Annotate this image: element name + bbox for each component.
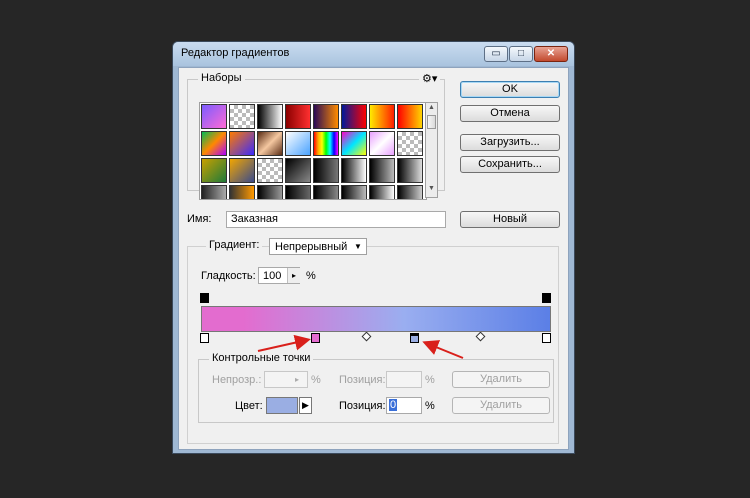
presets-legend: Наборы [198, 72, 245, 84]
load-button[interactable]: Загрузить... [460, 134, 560, 151]
preset-swatch[interactable] [201, 158, 227, 183]
color-position-label: Позиция: [339, 400, 386, 412]
scroll-up-icon[interactable]: ▲ [427, 104, 436, 111]
delete-opacity-button[interactable]: Удалить [452, 371, 550, 388]
preset-swatch[interactable] [229, 185, 255, 199]
color-position-value: 0 [389, 399, 398, 411]
cancel-button[interactable]: Отмена [460, 105, 560, 122]
preset-swatch[interactable] [257, 131, 283, 156]
arrow-to-pink-stop [257, 334, 311, 352]
close-icon: ✕ [546, 48, 556, 59]
preset-swatch[interactable] [229, 104, 255, 129]
maximize-icon: □ [517, 48, 525, 59]
preset-swatch[interactable] [397, 104, 423, 129]
preset-swatch[interactable] [201, 185, 227, 199]
preset-swatch[interactable] [313, 104, 339, 129]
save-button[interactable]: Сохранить... [460, 156, 560, 173]
presets-swatch-grid[interactable] [199, 102, 427, 200]
arrow-to-selected-stop [422, 340, 464, 359]
minimize-icon: ▭ [491, 48, 501, 59]
control-points-legend: Контрольные точки [209, 352, 314, 364]
preset-swatch[interactable] [341, 104, 367, 129]
minimize-button[interactable]: ▭ [484, 46, 508, 62]
preset-swatch[interactable] [285, 158, 311, 183]
opacity-input[interactable]: ▸ [264, 371, 308, 388]
gradient-section: Градиент: Непрерывный ▼ Гладкость: 100 ▸… [187, 238, 559, 444]
color-label: Цвет: [235, 400, 263, 412]
gear-icon[interactable]: ⚙▾ [419, 72, 441, 85]
preset-swatch[interactable] [257, 158, 283, 183]
preset-swatch[interactable] [369, 104, 395, 129]
name-label: Имя: [187, 213, 212, 225]
preset-swatch[interactable] [313, 185, 339, 199]
preset-swatch[interactable] [201, 104, 227, 129]
preset-swatch[interactable] [313, 158, 339, 183]
presets-scrollbar[interactable]: ▲ ▼ [425, 102, 438, 198]
delete-color-button[interactable]: Удалить [452, 397, 550, 414]
dialog-client: Наборы ⚙▾ ▲ ▼ OK Отмена Загрузить... Сох… [178, 67, 569, 450]
gradient-editor-dialog: Редактор градиентов ▭ □ ✕ Наборы ⚙▾ ▲ ▼ … [172, 41, 575, 454]
preset-swatch[interactable] [397, 158, 423, 183]
ok-button[interactable]: OK [460, 81, 560, 98]
preset-swatch[interactable] [341, 131, 367, 156]
opacity-unit: % [311, 374, 321, 386]
new-button[interactable]: Новый [460, 211, 560, 228]
preset-swatch[interactable] [285, 104, 311, 129]
color-position-input[interactable]: 0 [386, 397, 422, 414]
preset-swatch[interactable] [369, 158, 395, 183]
presets-group: Наборы ⚙▾ ▲ ▼ [187, 72, 445, 200]
preset-swatch[interactable] [341, 185, 367, 199]
opacity-position-unit: % [425, 374, 435, 386]
name-input[interactable]: Заказная [226, 211, 446, 228]
opacity-stepper-icon[interactable]: ▸ [295, 372, 299, 387]
scroll-down-icon[interactable]: ▼ [427, 185, 436, 192]
preset-swatch[interactable] [397, 131, 423, 156]
preset-swatch[interactable] [369, 185, 395, 199]
preset-swatch[interactable] [201, 131, 227, 156]
preset-swatch[interactable] [285, 185, 311, 199]
preset-swatch[interactable] [397, 185, 423, 199]
opacity-position-input[interactable] [386, 371, 422, 388]
color-swatch[interactable] [266, 397, 298, 414]
preset-swatch[interactable] [229, 131, 255, 156]
preset-swatch[interactable] [285, 131, 311, 156]
preset-swatch[interactable] [229, 158, 255, 183]
window-title: Редактор градиентов [181, 47, 290, 59]
preset-swatch[interactable] [257, 104, 283, 129]
preset-swatch[interactable] [313, 131, 339, 156]
close-button[interactable]: ✕ [534, 46, 568, 62]
preset-swatch[interactable] [257, 185, 283, 199]
scroll-thumb[interactable] [427, 115, 436, 129]
preset-swatch[interactable] [369, 131, 395, 156]
opacity-position-label: Позиция: [339, 374, 386, 386]
maximize-button[interactable]: □ [509, 46, 533, 62]
opacity-label: Непрозр.: [212, 374, 262, 386]
preset-swatch[interactable] [341, 158, 367, 183]
color-menu-arrow-icon[interactable]: ▶ [299, 397, 312, 414]
color-position-unit: % [425, 400, 435, 412]
title-bar[interactable]: Редактор градиентов ▭ □ ✕ [173, 42, 574, 66]
control-points-group: Контрольные точки Непрозр.: ▸ % Позиция:… [198, 352, 554, 423]
